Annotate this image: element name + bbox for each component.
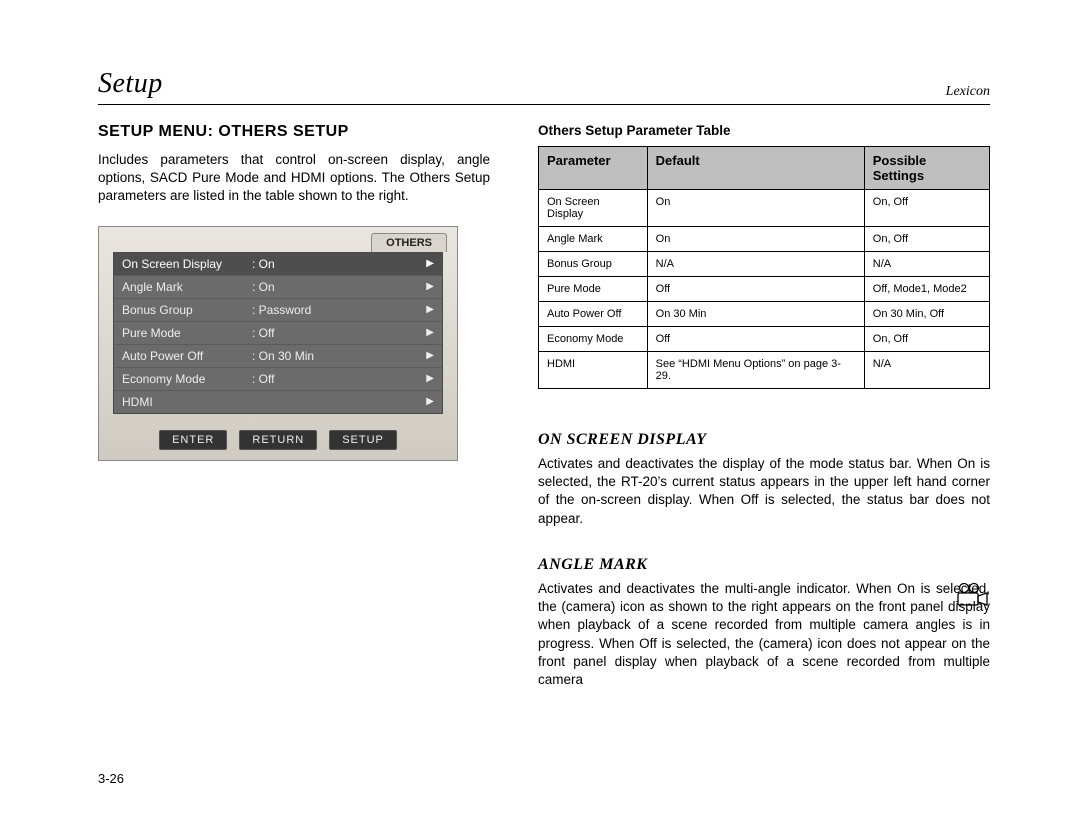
table-row: Bonus GroupN/AN/A bbox=[539, 252, 990, 277]
table-cell: On 30 Min bbox=[647, 302, 864, 327]
table-row: On Screen DisplayOnOn, Off bbox=[539, 190, 990, 227]
table-cell: On, Off bbox=[864, 190, 989, 227]
table-cell: On bbox=[647, 190, 864, 227]
table-cell: N/A bbox=[864, 352, 989, 389]
page-number: 3-26 bbox=[98, 771, 124, 786]
osd-row: Pure Mode: Off▶ bbox=[114, 322, 442, 345]
section-title: SETUP MENU: OTHERS SETUP bbox=[98, 123, 490, 141]
table-row: Economy ModeOffOn, Off bbox=[539, 327, 990, 352]
page-header-right: Lexicon bbox=[946, 84, 990, 100]
table-cell: Economy Mode bbox=[539, 327, 648, 352]
table-header-cell: Parameter bbox=[539, 147, 648, 190]
table-row: Angle MarkOnOn, Off bbox=[539, 227, 990, 252]
chevron-right-icon: ▶ bbox=[426, 396, 434, 407]
osd-tab-label: OTHERS bbox=[371, 233, 447, 252]
table-cell: Pure Mode bbox=[539, 277, 648, 302]
table-header-cell: Default bbox=[647, 147, 864, 190]
osd-screenshot: OTHERS On Screen Display: On▶Angle Mark:… bbox=[98, 226, 458, 461]
table-cell: Off, Mode1, Mode2 bbox=[864, 277, 989, 302]
osd-body-text: Activates and deactivates the display of… bbox=[538, 455, 990, 528]
table-cell: See “HDMI Menu Options” on page 3-29. bbox=[647, 352, 864, 389]
table-cell: N/A bbox=[647, 252, 864, 277]
osd-row: Auto Power Off: On 30 Min▶ bbox=[114, 345, 442, 368]
table-cell: Off bbox=[647, 277, 864, 302]
table-cell: On bbox=[647, 227, 864, 252]
chevron-right-icon: ▶ bbox=[426, 350, 434, 361]
table-cell: Off bbox=[647, 327, 864, 352]
table-row: Auto Power OffOn 30 MinOn 30 Min, Off bbox=[539, 302, 990, 327]
camera-icon bbox=[956, 582, 990, 613]
table-cell: Auto Power Off bbox=[539, 302, 648, 327]
table-cell: Angle Mark bbox=[539, 227, 648, 252]
table-header-cell: Possible Settings bbox=[864, 147, 989, 190]
table-cell: On 30 Min, Off bbox=[864, 302, 989, 327]
angle-body-text: Activates and deactivates the multi-angl… bbox=[538, 580, 990, 689]
osd-row: On Screen Display: On▶ bbox=[114, 253, 442, 276]
chevron-right-icon: ▶ bbox=[426, 304, 434, 315]
parameter-table: ParameterDefaultPossible Settings On Scr… bbox=[538, 146, 990, 389]
table-cell: N/A bbox=[864, 252, 989, 277]
osd-button: RETURN bbox=[239, 430, 317, 450]
osd-row: Angle Mark: On▶ bbox=[114, 276, 442, 299]
table-cell: On, Off bbox=[864, 227, 989, 252]
table-row: Pure ModeOffOff, Mode1, Mode2 bbox=[539, 277, 990, 302]
table-cell: HDMI bbox=[539, 352, 648, 389]
chevron-right-icon: ▶ bbox=[426, 258, 434, 269]
chevron-right-icon: ▶ bbox=[426, 281, 434, 292]
table-cell: On Screen Display bbox=[539, 190, 648, 227]
table-caption: Others Setup Parameter Table bbox=[538, 123, 990, 138]
osd-row: HDMI▶ bbox=[114, 391, 442, 413]
osd-button: ENTER bbox=[159, 430, 227, 450]
table-cell: Bonus Group bbox=[539, 252, 648, 277]
table-row: HDMISee “HDMI Menu Options” on page 3-29… bbox=[539, 352, 990, 389]
table-cell: On, Off bbox=[864, 327, 989, 352]
chevron-right-icon: ▶ bbox=[426, 373, 434, 384]
osd-subhead: ON SCREEN DISPLAY bbox=[538, 431, 990, 449]
page-header-left: Setup bbox=[98, 68, 163, 100]
chevron-right-icon: ▶ bbox=[426, 327, 434, 338]
intro-paragraph: Includes parameters that control on-scre… bbox=[98, 151, 490, 206]
angle-subhead: ANGLE MARK bbox=[538, 556, 990, 574]
osd-button: SETUP bbox=[329, 430, 397, 450]
header-rule bbox=[98, 104, 990, 105]
osd-row: Economy Mode: Off▶ bbox=[114, 368, 442, 391]
osd-row: Bonus Group: Password▶ bbox=[114, 299, 442, 322]
